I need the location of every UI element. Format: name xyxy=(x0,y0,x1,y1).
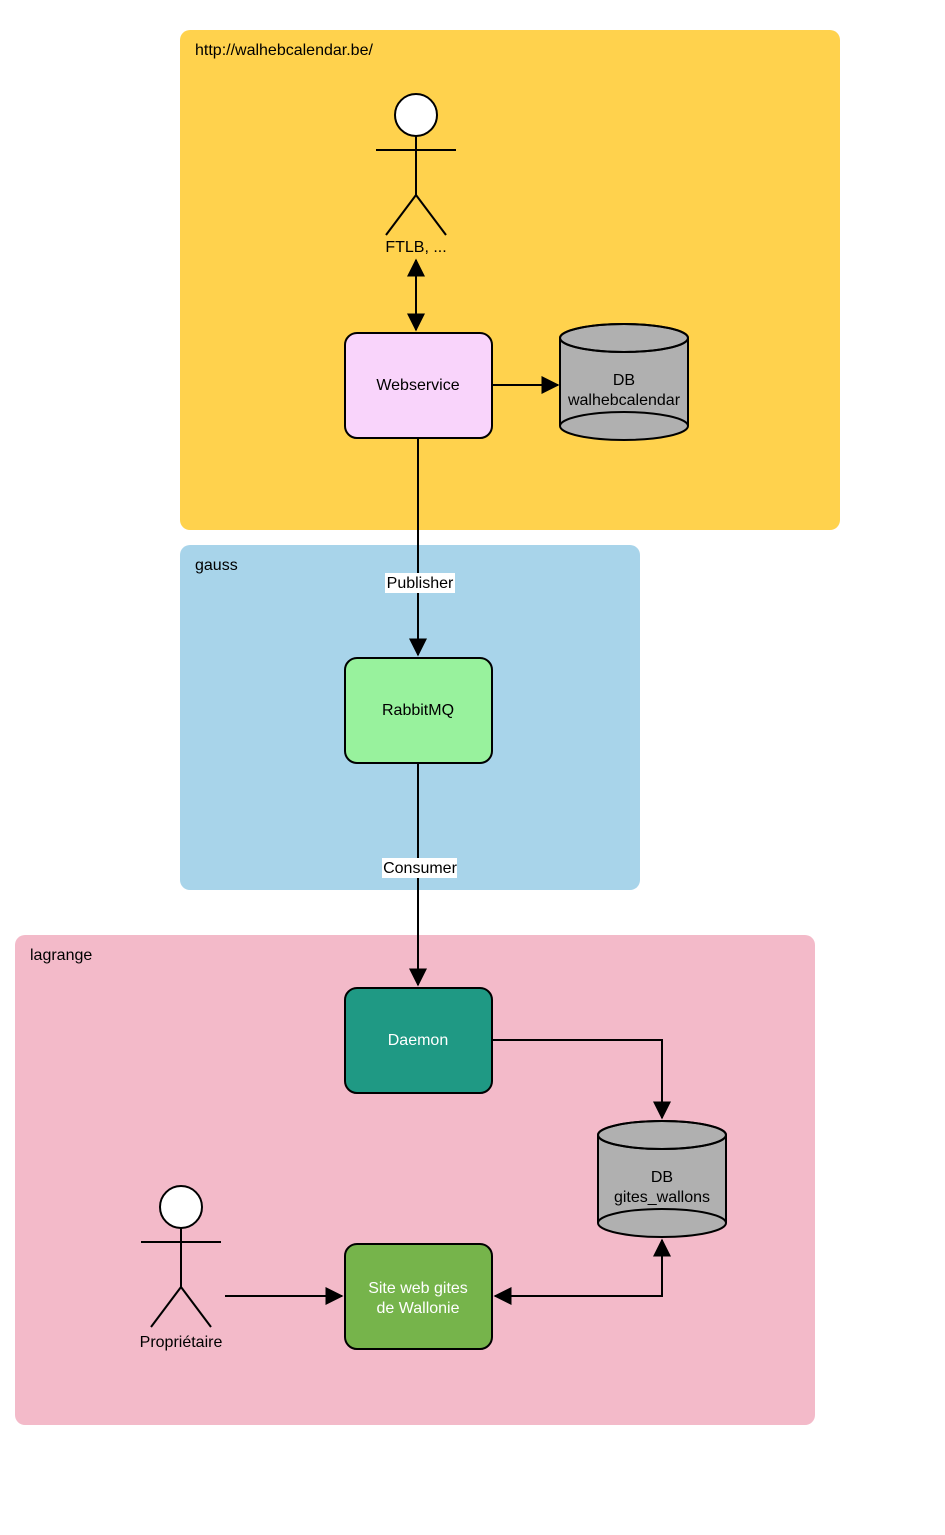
edge-publisher-label: Publisher xyxy=(387,575,454,592)
architecture-diagram: http://walhebcalendar.be/ gauss lagrange… xyxy=(0,0,945,1535)
actor-ftlb-label: FTLB, ... xyxy=(385,239,446,256)
container-bottom-title: lagrange xyxy=(30,947,92,964)
node-siteweb-l2: de Wallonie xyxy=(376,1300,459,1317)
node-siteweb-l1: Site web gites xyxy=(368,1280,468,1297)
container-top-title: http://walhebcalendar.be/ xyxy=(195,42,373,59)
node-db-gites-l1: DB xyxy=(651,1169,673,1186)
node-db-gites: DB gites_wallons xyxy=(598,1121,726,1237)
node-daemon-label: Daemon xyxy=(388,1032,448,1049)
node-db-walheb: DB walhebcalendar xyxy=(560,324,688,440)
node-db-walheb-l2: walhebcalendar xyxy=(567,392,681,409)
node-webservice-label: Webservice xyxy=(376,377,459,394)
actor-proprietaire-label: Propriétaire xyxy=(140,1334,223,1351)
container-top xyxy=(180,30,840,530)
container-mid-title: gauss xyxy=(195,557,238,574)
edge-consumer-label: Consumer xyxy=(383,860,457,877)
node-db-gites-l2: gites_wallons xyxy=(614,1189,710,1206)
node-rabbitmq-label: RabbitMQ xyxy=(382,702,454,719)
node-db-walheb-l1: DB xyxy=(613,372,635,389)
